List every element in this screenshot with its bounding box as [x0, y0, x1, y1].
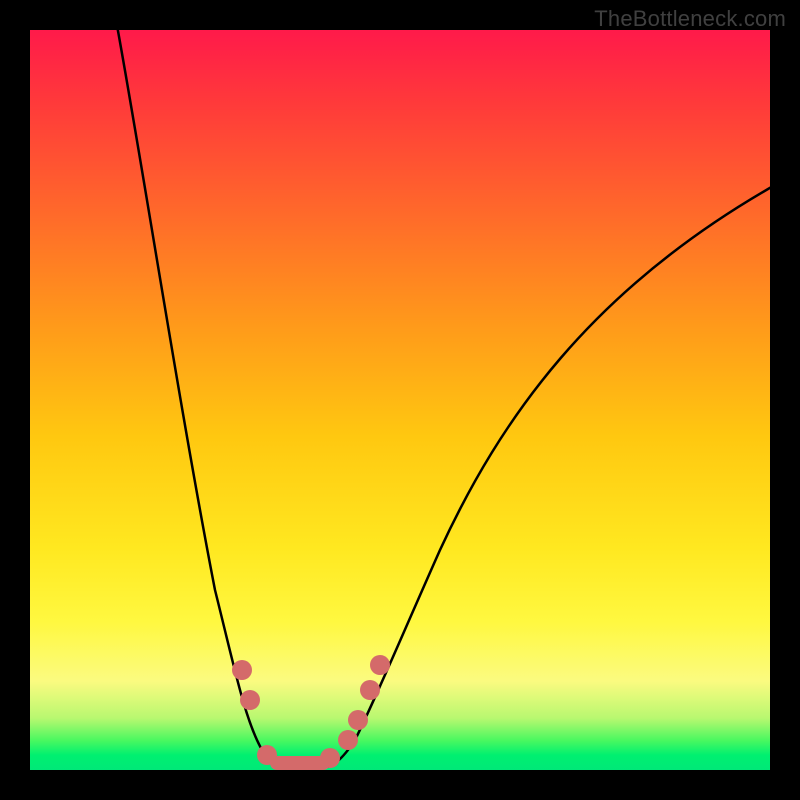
chart-container: TheBottleneck.com: [0, 0, 800, 800]
marker-group: [232, 655, 390, 770]
bottleneck-curve: [116, 20, 775, 768]
marker-point: [232, 660, 252, 680]
marker-point: [320, 748, 340, 768]
chart-plot-area: [30, 30, 770, 770]
marker-point: [348, 710, 368, 730]
chart-svg: [30, 30, 770, 770]
marker-point: [370, 655, 390, 675]
marker-point: [338, 730, 358, 750]
marker-point: [240, 690, 260, 710]
watermark-label: TheBottleneck.com: [594, 6, 786, 32]
marker-point: [360, 680, 380, 700]
